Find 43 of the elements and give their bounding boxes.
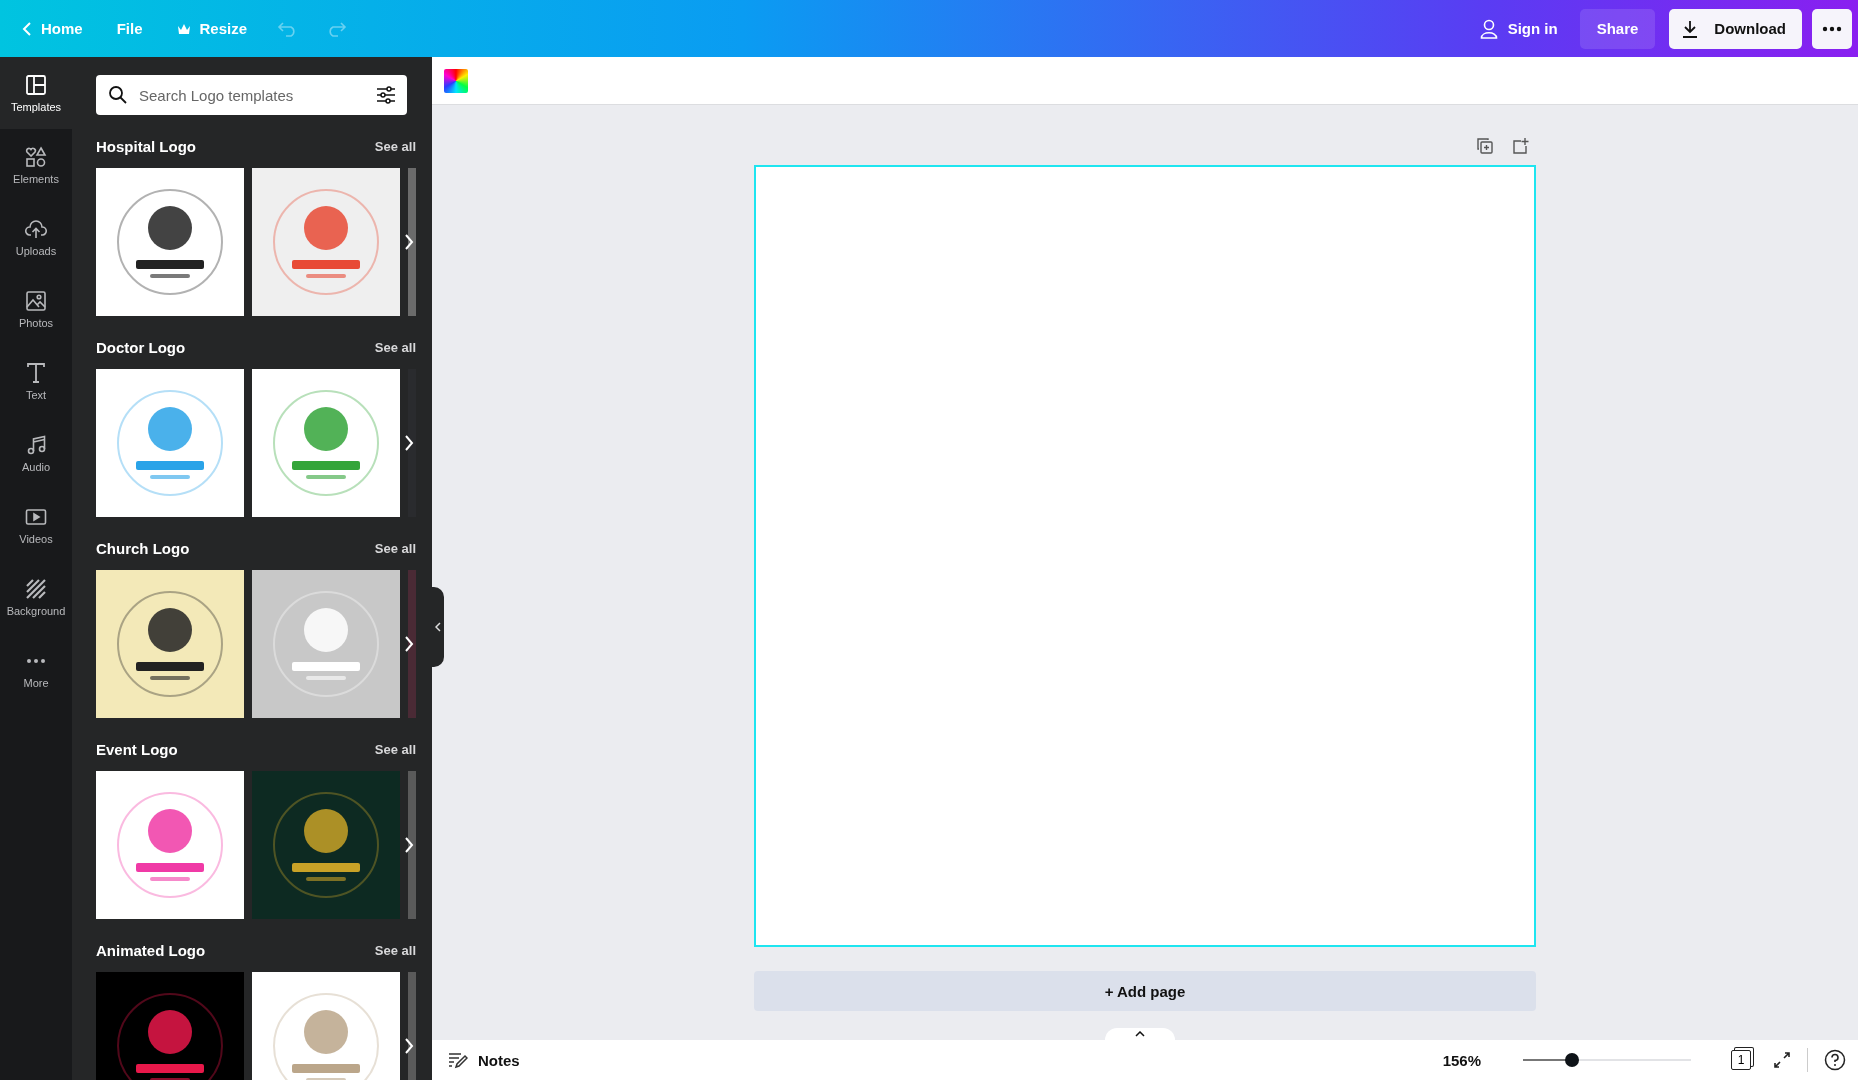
collapse-chevron-icon [434, 622, 441, 632]
share-button[interactable]: Share [1579, 8, 1656, 49]
fullscreen-icon[interactable] [1773, 1051, 1791, 1069]
notes-icon [448, 1051, 468, 1069]
more-icon [1822, 25, 1842, 32]
section-title: Animated Logo [96, 941, 206, 959]
section-title: Church Logo [96, 539, 190, 557]
search-field[interactable]: Search Logo templates [96, 75, 407, 115]
image-icon [24, 289, 48, 313]
help-icon[interactable] [1824, 1049, 1846, 1071]
section-title: Doctor Logo [96, 338, 186, 356]
download-button[interactable]: Download [1669, 8, 1802, 49]
sidebar-tab[interactable]: Templates [0, 57, 72, 129]
back-chevron-icon [22, 20, 32, 37]
more-options-button[interactable] [1812, 8, 1852, 49]
see-all-link[interactable]: See all [374, 339, 416, 355]
see-all-link[interactable]: See all [374, 138, 416, 154]
see-all-link[interactable]: See all [374, 942, 416, 958]
add-page-icon[interactable] [1512, 137, 1530, 155]
add-page-button[interactable]: + Add page [754, 971, 1536, 1011]
duplicate-page-icon[interactable] [1476, 137, 1494, 155]
more-icon [26, 658, 46, 664]
zoom-level: 156% [1442, 1051, 1481, 1069]
color-picker-swatch[interactable] [444, 68, 468, 93]
caret-up-icon [1135, 1031, 1145, 1037]
notes-button[interactable]: Notes [444, 1047, 524, 1073]
see-all-link[interactable]: See all [374, 741, 416, 757]
sign-in-button[interactable]: Sign in [1467, 10, 1570, 47]
crown-icon [176, 22, 191, 35]
hatch-icon [24, 577, 48, 601]
section-title: Event Logo [96, 740, 178, 758]
slider-thumb[interactable] [1564, 1053, 1579, 1067]
filter-icon[interactable] [376, 86, 396, 104]
show-pages-tab[interactable] [1105, 1028, 1175, 1040]
shapes-icon [24, 145, 48, 169]
cloud-upload-icon [24, 217, 48, 241]
section-title: Hospital Logo [96, 137, 196, 155]
page-count-button[interactable]: 1 [1731, 1050, 1751, 1070]
text-icon [24, 361, 48, 385]
layout-icon [24, 73, 48, 97]
see-all-link[interactable]: See all [374, 540, 416, 556]
panel-collapse-handle[interactable] [431, 587, 444, 667]
user-icon [1479, 18, 1498, 39]
